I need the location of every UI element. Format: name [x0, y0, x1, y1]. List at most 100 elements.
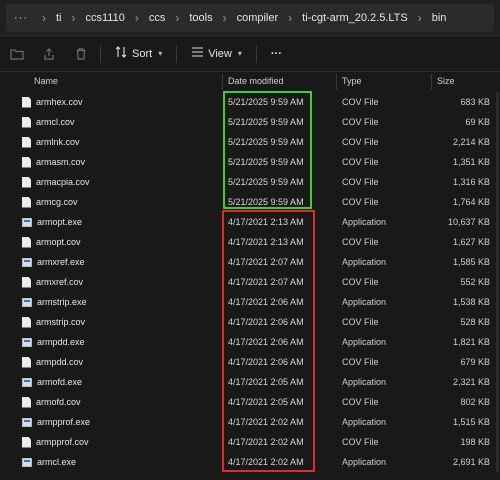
chevron-right-icon[interactable]: › — [223, 11, 227, 25]
column-divider[interactable] — [431, 74, 432, 90]
breadcrumb[interactable]: ··· › ti › ccs1110 › ccs › tools › compiler › ti-cg… — [6, 3, 494, 32]
type-cell: Application — [342, 257, 387, 267]
new-folder-icon[interactable] — [4, 41, 30, 67]
file-name: armpdd.cov — [36, 357, 84, 367]
file-name-cell: armxref.cov — [22, 272, 83, 292]
file-name-cell: armstrip.cov — [22, 312, 85, 332]
file-name-cell: armofd.cov — [22, 392, 81, 412]
chevron-right-icon[interactable]: › — [418, 11, 422, 25]
file-name-cell: armpprof.exe — [22, 412, 90, 432]
size-cell: 1,585 KB — [452, 257, 490, 267]
breadcrumb-item[interactable]: › ccs — [125, 11, 166, 25]
document-icon — [22, 356, 31, 368]
type-cell: COV File — [342, 357, 379, 367]
file-name-cell: armhex.cov — [22, 92, 83, 112]
column-name[interactable]: Name — [34, 72, 58, 90]
type-cell: Application — [342, 337, 387, 347]
document-icon — [22, 116, 31, 128]
breadcrumb-label: ti-cgt-arm_20.2.5.LTS — [302, 11, 408, 24]
breadcrumb-item[interactable]: › tools — [165, 11, 212, 25]
column-type[interactable]: Type — [342, 72, 362, 90]
size-cell: 1,538 KB — [452, 297, 490, 307]
document-icon — [22, 276, 31, 288]
chevron-right-icon[interactable]: › — [135, 11, 139, 25]
file-name-cell: armstrip.exe — [22, 292, 87, 312]
chevron-right-icon[interactable]: › — [288, 11, 292, 25]
type-cell: COV File — [342, 397, 379, 407]
size-cell: 528 KB — [460, 317, 490, 327]
scrollbar[interactable] — [496, 92, 499, 472]
breadcrumb-label: ccs — [148, 11, 166, 24]
type-cell: COV File — [342, 237, 379, 247]
view-label: View — [208, 47, 232, 60]
chevron-right-icon[interactable]: › — [175, 11, 179, 25]
breadcrumb-more-button[interactable]: ··· — [14, 12, 28, 24]
type-cell: COV File — [342, 277, 379, 287]
type-cell: Application — [342, 377, 387, 387]
share-icon[interactable] — [36, 41, 62, 67]
file-name: armhex.cov — [36, 97, 83, 107]
column-divider[interactable] — [222, 74, 223, 90]
size-cell: 2,321 KB — [452, 377, 490, 387]
column-size[interactable]: Size — [437, 72, 455, 90]
file-name-cell: armpdd.cov — [22, 352, 83, 372]
file-name: armasm.cov — [36, 157, 86, 167]
chevron-down-icon: ▾ — [158, 49, 163, 58]
breadcrumb-item[interactable]: › bin — [408, 11, 447, 25]
view-button[interactable]: View ▾ — [183, 41, 250, 67]
breadcrumb-item[interactable]: › ti — [32, 11, 62, 25]
file-name-cell: armcl.exe — [22, 452, 76, 472]
file-name: armcl.cov — [36, 117, 75, 127]
file-name: armcl.exe — [37, 457, 77, 467]
type-cell: COV File — [342, 157, 379, 167]
more-options-button[interactable]: ··· — [263, 41, 290, 67]
file-name-cell: armofd.exe — [22, 372, 82, 392]
file-name-cell: armcg.cov — [22, 192, 78, 212]
type-cell: COV File — [342, 317, 379, 327]
application-icon — [22, 337, 32, 347]
application-icon — [22, 417, 32, 427]
file-name-cell: armcl.cov — [22, 112, 75, 132]
size-cell: 683 KB — [460, 97, 490, 107]
size-cell: 1,821 KB — [452, 337, 490, 347]
file-name: armpprof.exe — [37, 417, 91, 427]
size-cell: 1,764 KB — [452, 197, 490, 207]
column-divider[interactable] — [336, 74, 337, 90]
toolbar-divider — [176, 44, 178, 63]
breadcrumb-item[interactable]: › compiler — [213, 11, 279, 25]
file-name: armcg.cov — [36, 197, 78, 207]
command-bar: Sort ▾ View ▾ ··· — [0, 36, 500, 72]
file-name: armacpia.cov — [36, 177, 90, 187]
application-icon — [22, 217, 32, 227]
size-cell: 10,637 KB — [447, 217, 490, 227]
type-cell: Application — [342, 457, 387, 467]
breadcrumb-item[interactable]: › ccs1110 — [62, 11, 125, 25]
breadcrumb-item[interactable]: › ti-cgt-arm_20.2.5.LTS — [278, 11, 408, 25]
chevron-right-icon[interactable]: › — [42, 11, 46, 25]
breadcrumb-label: bin — [431, 11, 447, 24]
type-cell: COV File — [342, 177, 379, 187]
delete-icon[interactable] — [68, 41, 94, 67]
file-name-cell: armxref.exe — [22, 252, 85, 272]
size-cell: 552 KB — [460, 277, 490, 287]
document-icon — [22, 136, 31, 148]
file-name-cell: armpprof.cov — [22, 432, 89, 452]
document-icon — [22, 156, 31, 168]
file-name: armpdd.exe — [37, 337, 85, 347]
size-cell: 1,316 KB — [452, 177, 490, 187]
type-cell: Application — [342, 217, 387, 227]
application-icon — [22, 297, 32, 307]
column-date-modified[interactable]: Date modified — [228, 72, 284, 90]
breadcrumb-label: tools — [189, 11, 213, 24]
file-name: armxref.exe — [37, 257, 85, 267]
document-icon — [22, 396, 31, 408]
type-cell: COV File — [342, 97, 379, 107]
breadcrumb-label: compiler — [236, 11, 279, 24]
sort-button[interactable]: Sort ▾ — [107, 41, 170, 67]
chevron-right-icon[interactable]: › — [72, 11, 76, 25]
type-cell: Application — [342, 297, 387, 307]
breadcrumb-label: ccs1110 — [85, 11, 125, 24]
type-cell: Application — [342, 417, 387, 427]
file-name: armlnk.cov — [36, 137, 80, 147]
document-icon — [22, 96, 31, 108]
